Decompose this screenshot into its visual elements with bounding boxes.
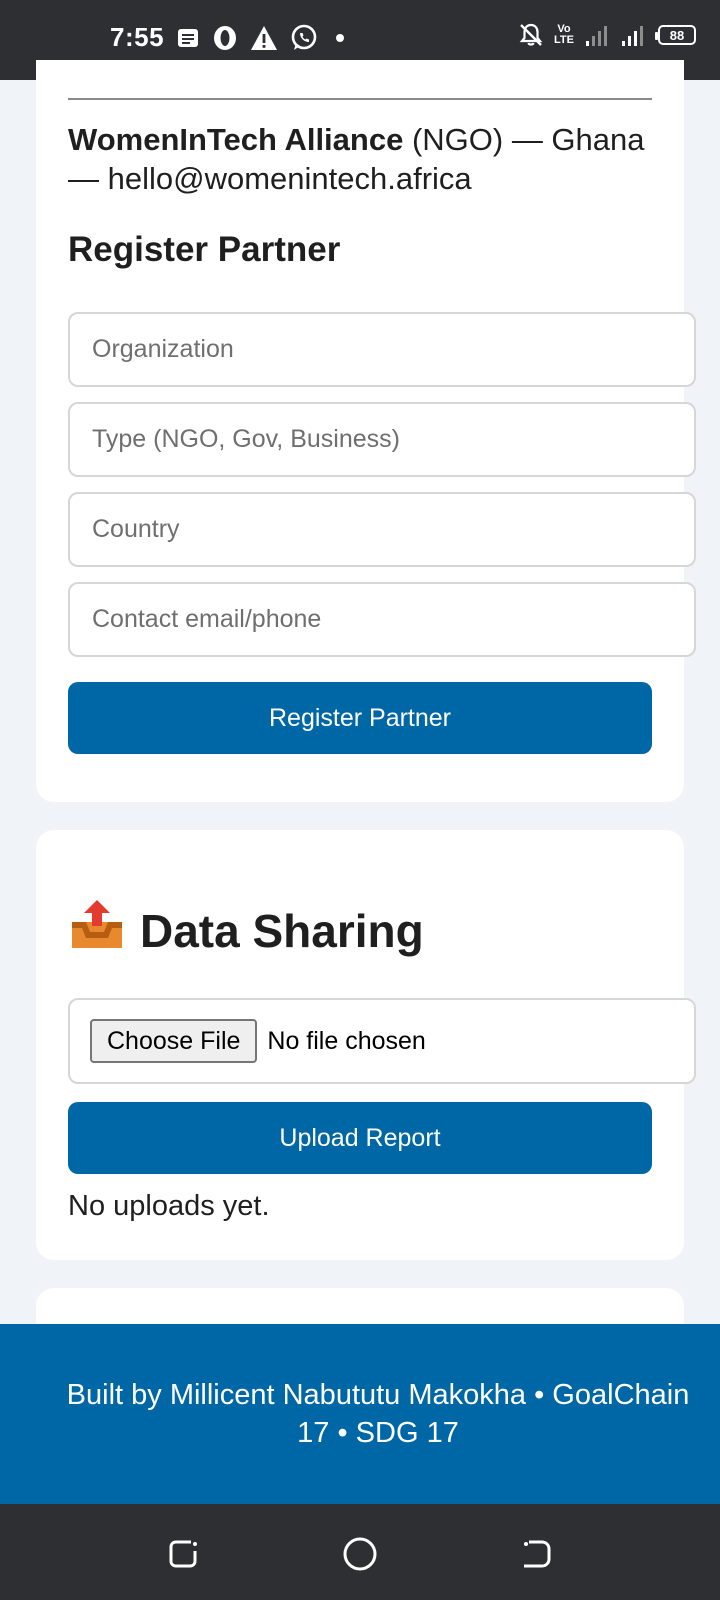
contact-input[interactable]	[68, 582, 696, 657]
footer: Built by Millicent Nabututu Makokha • Go…	[0, 1324, 720, 1504]
signal-icon	[584, 22, 610, 48]
footer-line-1: Built by Millicent Nabututu Makokha • Go…	[66, 1379, 690, 1411]
back-icon[interactable]	[516, 1534, 556, 1574]
data-sharing-title: Data Sharing	[140, 904, 424, 957]
partner-list-item: WomenInTech Alliance (NGO) — Ghana — hel…	[68, 120, 652, 198]
choose-file-button[interactable]: Choose File	[90, 1019, 258, 1063]
outbox-tray-icon	[68, 898, 126, 963]
opera-icon	[212, 25, 238, 51]
home-icon[interactable]	[340, 1534, 380, 1574]
battery-level: 88	[669, 27, 685, 43]
file-input[interactable]: Choose File No file chosen	[68, 998, 696, 1084]
partners-card: WomenInTech Alliance (NGO) — Ghana — hel…	[36, 60, 696, 802]
uploads-status: No uploads yet.	[68, 1190, 270, 1222]
data-sharing-heading: Data Sharing	[68, 898, 424, 963]
status-right: Vo LTE 88	[518, 22, 696, 48]
data-sharing-card: Data Sharing Choose File No file chosen …	[36, 830, 696, 1260]
message-icon	[176, 26, 200, 50]
signal-icon	[620, 22, 648, 48]
footer-line-2: 17 • SDG 17	[297, 1417, 459, 1449]
organization-input[interactable]	[68, 312, 696, 387]
status-left: 7:55	[110, 22, 350, 53]
file-status: No file chosen	[267, 1026, 426, 1055]
notifications-off-icon	[518, 22, 544, 48]
whatsapp-icon	[290, 24, 318, 52]
network-bottom: LTE	[554, 34, 574, 46]
navigation-bar	[0, 1504, 720, 1600]
register-partner-button[interactable]: Register Partner	[68, 682, 652, 754]
network-label: Vo LTE	[554, 24, 574, 46]
country-input[interactable]	[68, 492, 696, 567]
partner-name: WomenInTech Alliance	[68, 122, 404, 157]
battery-icon: 88	[655, 25, 696, 45]
warning-icon	[250, 25, 278, 51]
upload-report-button[interactable]: Upload Report	[68, 1102, 652, 1174]
status-time: 7:55	[110, 22, 165, 52]
divider	[68, 98, 652, 100]
dot-icon	[330, 28, 350, 48]
register-partner-heading: Register Partner	[68, 230, 341, 269]
type-input[interactable]	[68, 402, 696, 477]
recent-apps-icon[interactable]	[164, 1534, 204, 1574]
